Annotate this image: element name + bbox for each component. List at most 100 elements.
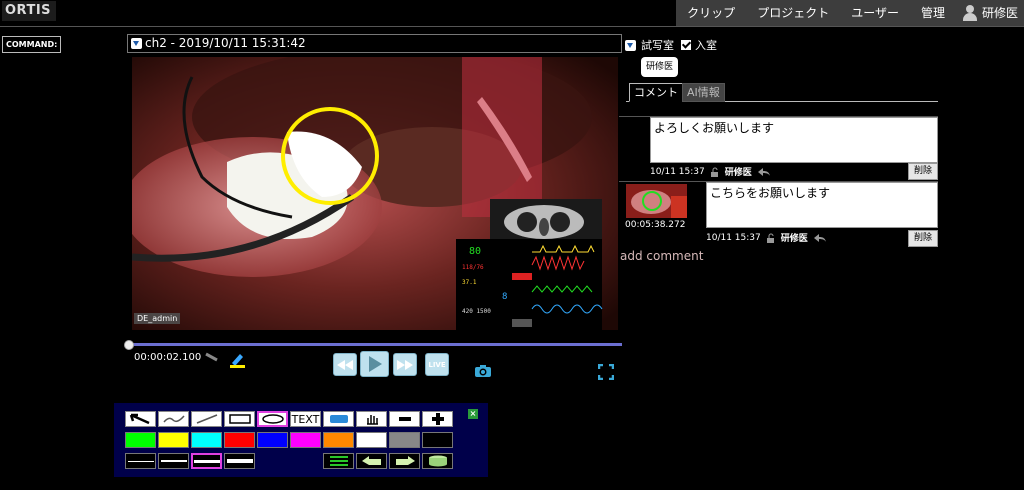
comment-text: こちらをお願いします — [706, 182, 938, 228]
line-width-medium[interactable] — [158, 453, 189, 469]
redo-icon — [395, 456, 415, 465]
color-swatch-green[interactable] — [125, 432, 156, 448]
thumbnail-image — [626, 184, 687, 218]
line-width-thin[interactable] — [125, 453, 156, 469]
unlock-icon[interactable] — [766, 233, 776, 243]
eraser-tool[interactable] — [323, 411, 354, 427]
undo-button[interactable] — [356, 453, 387, 469]
thumbnail-timestamp: 00:05:38.272 — [625, 220, 686, 230]
play-icon — [368, 356, 382, 372]
enter-room-checkbox[interactable] — [681, 40, 691, 50]
nav-item-admin[interactable]: 管理 — [910, 0, 956, 26]
color-swatch-black[interactable] — [422, 432, 453, 448]
nav-item-projects[interactable]: プロジェクト — [746, 0, 840, 26]
fullscreen-icon[interactable] — [598, 364, 614, 380]
color-swatch-red[interactable] — [224, 432, 255, 448]
clear-button[interactable] — [422, 453, 453, 469]
tab-comments[interactable]: コメント — [629, 83, 683, 102]
comment-user: 研修医 — [724, 168, 752, 178]
ortis-logo[interactable]: ORTIS — [2, 1, 56, 21]
svg-text:8: 8 — [502, 292, 507, 302]
close-palette-button[interactable]: × — [468, 409, 478, 419]
redo-button[interactable] — [389, 453, 420, 469]
play-button[interactable] — [360, 351, 389, 377]
top-bar: ORTIS クリップ プロジェクト ユーザー 管理 研修医 — [0, 0, 1024, 27]
chevron-down-icon[interactable] — [625, 39, 636, 51]
color-swatch-cyan[interactable] — [191, 432, 222, 448]
svg-text:118/76: 118/76 — [462, 264, 484, 271]
arrow-tool[interactable] — [125, 411, 156, 427]
video-overlay-label: DE_admin — [134, 313, 181, 324]
channel-select[interactable]: ch2 - 2019/10/11 15:31:42 — [127, 34, 622, 53]
undo-icon — [361, 456, 381, 465]
main-nav: クリップ プロジェクト ユーザー 管理 研修医 — [676, 0, 1024, 26]
comment-meta: 10/11 15:37 研修医 — [650, 165, 771, 178]
text-tool[interactable]: TEXT — [290, 411, 321, 427]
comment-item: 00:05:38.272 こちらをお願いします 10/11 15:37 研修医 … — [619, 181, 938, 247]
rewind-button[interactable] — [333, 353, 357, 376]
reply-icon[interactable] — [757, 167, 771, 177]
delete-button[interactable]: 削除 — [907, 163, 938, 180]
seek-handle[interactable] — [124, 340, 134, 350]
unlock-icon[interactable] — [710, 167, 720, 177]
surgical-video-frame: 80 118/76 37.1 8 420 1500 — [132, 57, 618, 330]
color-swatch-orange[interactable] — [323, 432, 354, 448]
arrow-icon — [129, 413, 150, 425]
color-swatch-yellow[interactable] — [158, 432, 189, 448]
comment-thumbnail[interactable] — [626, 184, 687, 218]
camera-icon[interactable] — [474, 364, 492, 378]
color-swatch-blue[interactable] — [257, 432, 288, 448]
command-button[interactable]: COMMAND: — [2, 36, 62, 53]
svg-text:420 1500: 420 1500 — [462, 308, 491, 315]
nav-item-clips[interactable]: クリップ — [676, 0, 746, 26]
zoom-out-tool[interactable] — [389, 411, 420, 427]
room-selected-value[interactable]: 試写室 — [641, 37, 674, 53]
color-swatch-magenta[interactable] — [290, 432, 321, 448]
ellipse-tool[interactable] — [257, 411, 288, 427]
comment-date: 10/11 15:37 — [706, 232, 761, 243]
layers-button[interactable] — [323, 453, 354, 469]
nav-user-label: 研修医 — [981, 6, 1018, 20]
room-select-row: 試写室 入室 — [625, 38, 717, 52]
video-player[interactable]: 80 118/76 37.1 8 420 1500 — [132, 57, 618, 330]
channel-selected-value: ch2 - 2019/10/11 15:31:42 — [145, 36, 306, 50]
color-swatch-gray[interactable] — [389, 432, 420, 448]
nav-item-users[interactable]: ユーザー — [840, 0, 910, 26]
text-tool-label: TEXT — [291, 412, 320, 426]
list-icon — [329, 456, 348, 466]
eraser-icon — [329, 415, 348, 423]
fast-forward-icon — [397, 359, 413, 370]
ellipse-icon — [261, 414, 284, 424]
reply-icon[interactable] — [813, 233, 827, 243]
live-button[interactable]: LIVE — [425, 353, 449, 376]
current-time: 00:00:02.100 — [134, 352, 202, 363]
add-comment-link[interactable]: add comment — [620, 249, 703, 263]
participant-badge[interactable]: 研修医 — [641, 57, 679, 77]
seek-bar[interactable] — [127, 343, 622, 346]
comment-date: 10/11 15:37 — [650, 166, 705, 177]
line-icon — [196, 414, 217, 424]
rewind-icon — [337, 359, 353, 370]
freehand-tool[interactable] — [158, 411, 189, 427]
pencil-icon[interactable] — [205, 352, 219, 362]
minus-icon — [398, 417, 411, 421]
svg-text:37.1: 37.1 — [462, 279, 477, 286]
rectangle-icon — [228, 414, 251, 424]
clear-icon — [428, 455, 447, 467]
line-tool[interactable] — [191, 411, 222, 427]
tab-ai-info[interactable]: AI情報 — [682, 83, 725, 102]
fast-forward-button[interactable] — [393, 353, 417, 376]
nav-user-menu[interactable]: 研修医 — [956, 0, 1024, 26]
color-swatch-white[interactable] — [356, 432, 387, 448]
comment-tabs: コメント AI情報 — [626, 83, 938, 102]
zoom-in-tool[interactable] — [422, 411, 453, 427]
highlighter-icon[interactable] — [228, 351, 246, 369]
line-width-extra-thick[interactable] — [224, 453, 255, 469]
enter-room-label: 入室 — [695, 39, 717, 52]
rectangle-tool[interactable] — [224, 411, 255, 427]
chevron-down-icon — [131, 38, 142, 49]
hand-tool[interactable] — [356, 411, 387, 427]
comment-meta: 10/11 15:37 研修医 — [706, 231, 827, 244]
line-width-thick[interactable] — [191, 453, 222, 469]
delete-button[interactable]: 削除 — [907, 230, 938, 247]
